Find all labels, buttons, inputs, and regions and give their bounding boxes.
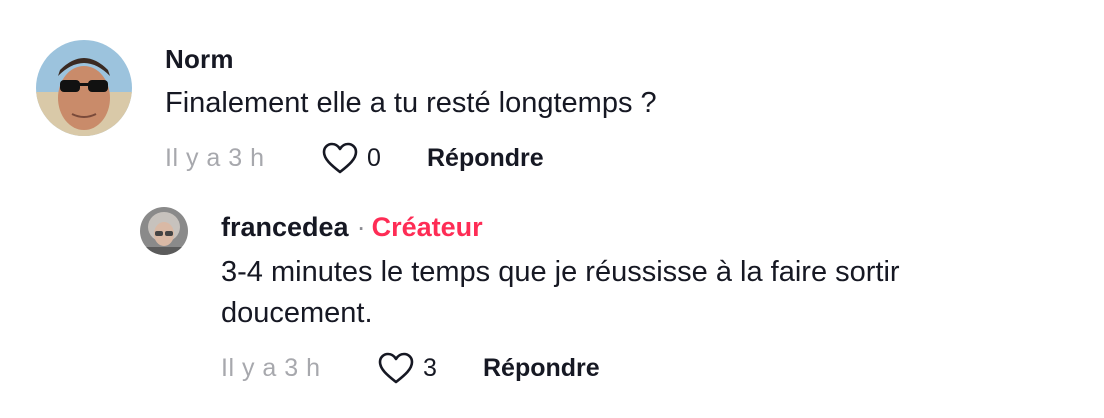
commenter-avatar[interactable]: [36, 40, 132, 136]
comment-actions: Il y a 3 h 0 Répondre: [165, 140, 544, 176]
reply-author[interactable]: francedea: [221, 212, 349, 242]
avatar-image: [140, 207, 188, 255]
comment-author[interactable]: Norm: [165, 44, 234, 75]
like-count: 3: [423, 353, 437, 382]
comment-timestamp: Il y a 3 h: [165, 143, 265, 172]
creator-badge: Créateur: [371, 212, 483, 242]
separator-dot: ·: [356, 212, 366, 242]
reply-text-line: doucement.: [221, 297, 373, 329]
reply-button[interactable]: Répondre: [483, 354, 600, 383]
creator-avatar[interactable]: [140, 207, 188, 255]
avatar-image: [36, 40, 132, 136]
comment-text: Finalement elle a tu resté longtemps ?: [165, 87, 657, 119]
reply-button[interactable]: Répondre: [427, 144, 544, 173]
reply-text: 3-4 minutes le temps que je réussisse à …: [221, 252, 1021, 334]
like-count: 0: [367, 143, 381, 172]
like-button[interactable]: 0: [321, 141, 415, 175]
heart-outline-icon: [378, 352, 414, 384]
heart-outline-icon: [322, 142, 358, 174]
like-button[interactable]: 3: [377, 351, 471, 385]
reply-text-line: 3-4 minutes le temps que je réussisse à …: [221, 256, 900, 288]
reply-timestamp: Il y a 3 h: [221, 353, 321, 382]
reply-actions: Il y a 3 h 3 Répondre: [221, 350, 600, 386]
reply-header: francedea · Créateur: [221, 212, 483, 243]
